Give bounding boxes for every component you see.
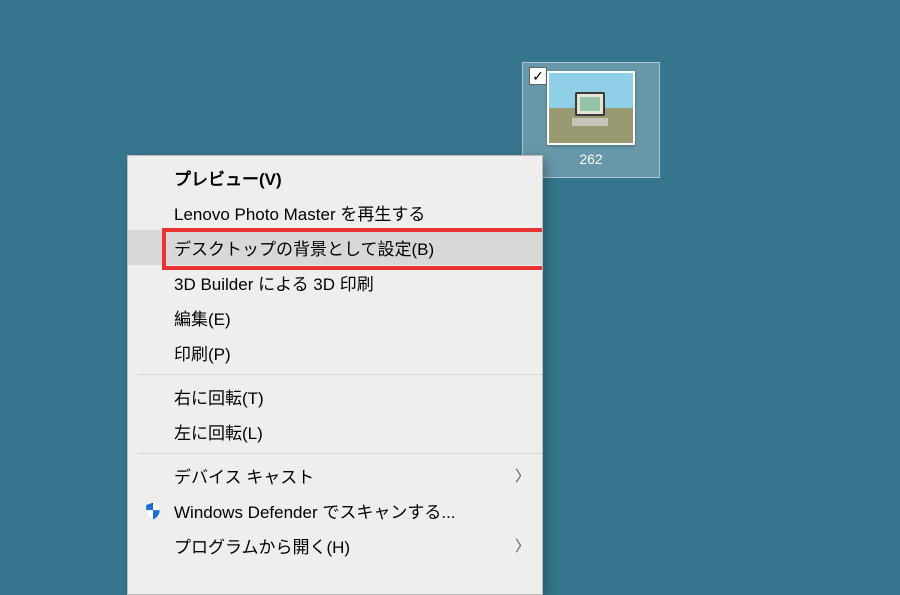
menu-preview[interactable]: プレビュー(V) [128, 160, 542, 195]
menu-item-label: 右に回転(T) [174, 384, 530, 409]
menu-lenovo-photo-master[interactable]: Lenovo Photo Master を再生する [128, 195, 542, 230]
menu-print[interactable]: 印刷(P) [128, 335, 542, 370]
menu-set-as-desktop-background[interactable]: デスクトップの背景として設定(B) [128, 230, 542, 265]
menu-item-label: Lenovo Photo Master を再生する [174, 200, 530, 225]
menu-rotate-left[interactable]: 左に回転(L) [128, 414, 542, 449]
computer-icon [575, 92, 607, 124]
chevron-right-icon: 〉 [515, 465, 530, 486]
menu-rotate-right[interactable]: 右に回転(T) [128, 379, 542, 414]
menu-separator [138, 374, 542, 375]
context-menu: プレビュー(V) Lenovo Photo Master を再生する デスクトッ… [127, 155, 543, 595]
menu-item-label: プレビュー(V) [174, 165, 530, 190]
menu-edit[interactable]: 編集(E) [128, 300, 542, 335]
menu-item-label: 3D Builder による 3D 印刷 [174, 270, 530, 295]
checkmark-icon: ✓ [532, 69, 544, 83]
menu-open-with[interactable]: プログラムから開く(H) 〉 [128, 528, 542, 563]
menu-item-label: デバイス キャスト [174, 463, 515, 488]
menu-3d-builder-print[interactable]: 3D Builder による 3D 印刷 [128, 265, 542, 300]
defender-shield-icon [138, 501, 168, 521]
selection-checkbox[interactable]: ✓ [529, 67, 547, 85]
menu-item-label: 印刷(P) [174, 340, 530, 365]
menu-item-label: プログラムから開く(H) [174, 533, 515, 558]
menu-device-cast[interactable]: デバイス キャスト 〉 [128, 458, 542, 493]
menu-item-label: 左に回転(L) [174, 419, 530, 444]
menu-item-label: 編集(E) [174, 305, 530, 330]
menu-item-label: Windows Defender でスキャンする... [174, 498, 530, 523]
menu-windows-defender-scan[interactable]: Windows Defender でスキャンする... [128, 493, 542, 528]
chevron-right-icon: 〉 [515, 535, 530, 556]
image-thumbnail [547, 71, 635, 145]
menu-item-label: デスクトップの背景として設定(B) [174, 235, 530, 260]
menu-separator [138, 453, 542, 454]
file-label: 262 [579, 151, 602, 167]
